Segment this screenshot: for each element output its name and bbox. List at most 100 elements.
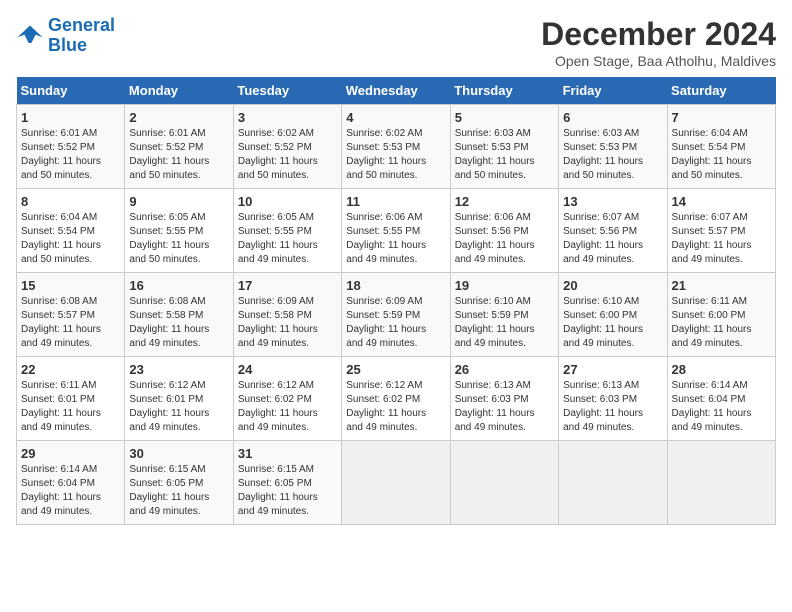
day-number: 3 <box>238 110 337 125</box>
header-monday: Monday <box>125 77 233 105</box>
logo: General Blue <box>16 16 115 56</box>
calendar-week-1: 1 Sunrise: 6:01 AMSunset: 5:52 PMDaylight… <box>17 105 776 189</box>
calendar-cell: 18 Sunrise: 6:09 AMSunset: 5:59 PMDayligh… <box>342 273 450 357</box>
calendar-cell: 23Sunrise: 6:12 AMSunset: 6:01 PMDayligh… <box>125 357 233 441</box>
day-info: Sunrise: 6:04 AMSunset: 5:54 PMDaylight:… <box>21 211 120 267</box>
day-number: 10 <box>238 194 337 209</box>
day-number: 30 <box>129 446 228 461</box>
calendar-cell: 30 Sunrise: 6:15 AMSunset: 6:05 PMDayligh… <box>125 441 233 525</box>
day-number: 20 <box>563 278 662 293</box>
day-info: Sunrise: 6:13 AMSunset: 6:03 PMDaylight:… <box>563 379 662 435</box>
day-info: Sunrise: 6:14 AMSunset: 6:04 PMDaylight:… <box>672 379 771 435</box>
calendar-cell: 6 Sunrise: 6:03 AMSunset: 5:53 PMDaylight… <box>559 105 667 189</box>
day-info: Sunrise: 6:11 AMSunset: 6:00 PMDaylight:… <box>672 295 771 351</box>
day-info: Sunrise: 6:13 AMSunset: 6:03 PMDaylight:… <box>455 379 554 435</box>
day-info: Sunrise: 6:03 AMSunset: 5:53 PMDaylight:… <box>563 127 662 183</box>
day-info: Sunrise: 6:07 AMSunset: 5:56 PMDaylight:… <box>563 211 662 267</box>
calendar-cell: 9 Sunrise: 6:05 AMSunset: 5:55 PMDaylight… <box>125 189 233 273</box>
logo-icon <box>16 22 44 50</box>
calendar-cell <box>342 441 450 525</box>
header-friday: Friday <box>559 77 667 105</box>
day-number: 22 <box>21 362 120 377</box>
calendar-cell: 16 Sunrise: 6:08 AMSunset: 5:58 PMDayligh… <box>125 273 233 357</box>
day-number: 8 <box>21 194 120 209</box>
calendar-cell: 5 Sunrise: 6:03 AMSunset: 5:53 PMDaylight… <box>450 105 558 189</box>
day-info: Sunrise: 6:07 AMSunset: 5:57 PMDaylight:… <box>672 211 771 267</box>
day-info: Sunrise: 6:10 AMSunset: 6:00 PMDaylight:… <box>563 295 662 351</box>
calendar-cell: 20 Sunrise: 6:10 AMSunset: 6:00 PMDayligh… <box>559 273 667 357</box>
logo-text: General Blue <box>48 16 115 56</box>
day-number: 27 <box>563 362 662 377</box>
day-info: Sunrise: 6:15 AMSunset: 6:05 PMDaylight:… <box>129 463 228 519</box>
day-info: Sunrise: 6:08 AMSunset: 5:58 PMDaylight:… <box>129 295 228 351</box>
header-sunday: Sunday <box>17 77 125 105</box>
day-info: Sunrise: 6:08 AMSunset: 5:57 PMDaylight:… <box>21 295 120 351</box>
day-number: 31 <box>238 446 337 461</box>
calendar-cell: 28Sunrise: 6:14 AMSunset: 6:04 PMDayligh… <box>667 357 775 441</box>
day-number: 25 <box>346 362 445 377</box>
calendar-cell: 10 Sunrise: 6:05 AMSunset: 5:55 PMDayligh… <box>233 189 341 273</box>
day-number: 17 <box>238 278 337 293</box>
day-info: Sunrise: 6:05 AMSunset: 5:55 PMDaylight:… <box>129 211 228 267</box>
day-number: 21 <box>672 278 771 293</box>
day-number: 24 <box>238 362 337 377</box>
calendar-cell: 4Sunrise: 6:02 AMSunset: 5:53 PMDaylight… <box>342 105 450 189</box>
day-number: 6 <box>563 110 662 125</box>
day-number: 19 <box>455 278 554 293</box>
day-number: 11 <box>346 194 445 209</box>
calendar-cell <box>667 441 775 525</box>
day-info: Sunrise: 6:11 AMSunset: 6:01 PMDaylight:… <box>21 379 120 435</box>
calendar-cell: 3 Sunrise: 6:02 AMSunset: 5:52 PMDaylight… <box>233 105 341 189</box>
subtitle: Open Stage, Baa Atholhu, Maldives <box>541 53 776 69</box>
header-row: SundayMondayTuesdayWednesdayThursdayFrid… <box>17 77 776 105</box>
calendar-week-5: 29Sunrise: 6:14 AMSunset: 6:04 PMDayligh… <box>17 441 776 525</box>
day-number: 2 <box>129 110 228 125</box>
calendar-cell: 27 Sunrise: 6:13 AMSunset: 6:03 PMDayligh… <box>559 357 667 441</box>
day-info: Sunrise: 6:06 AMSunset: 5:55 PMDaylight:… <box>346 211 445 267</box>
calendar-cell: 31 Sunrise: 6:15 AMSunset: 6:05 PMDayligh… <box>233 441 341 525</box>
day-info: Sunrise: 6:05 AMSunset: 5:55 PMDaylight:… <box>238 211 337 267</box>
day-info: Sunrise: 6:12 AMSunset: 6:02 PMDaylight:… <box>238 379 337 435</box>
day-info: Sunrise: 6:02 AMSunset: 5:52 PMDaylight:… <box>238 127 337 183</box>
calendar-cell: 2 Sunrise: 6:01 AMSunset: 5:52 PMDaylight… <box>125 105 233 189</box>
day-number: 9 <box>129 194 228 209</box>
day-info: Sunrise: 6:03 AMSunset: 5:53 PMDaylight:… <box>455 127 554 183</box>
calendar-cell: 7Sunrise: 6:04 AMSunset: 5:54 PMDaylight… <box>667 105 775 189</box>
main-title: December 2024 <box>541 16 776 53</box>
header-tuesday: Tuesday <box>233 77 341 105</box>
header-saturday: Saturday <box>667 77 775 105</box>
calendar-cell: 17Sunrise: 6:09 AMSunset: 5:58 PMDayligh… <box>233 273 341 357</box>
calendar-cell: 1 Sunrise: 6:01 AMSunset: 5:52 PMDaylight… <box>17 105 125 189</box>
day-number: 15 <box>21 278 120 293</box>
day-info: Sunrise: 6:06 AMSunset: 5:56 PMDaylight:… <box>455 211 554 267</box>
day-info: Sunrise: 6:01 AMSunset: 5:52 PMDaylight:… <box>21 127 120 183</box>
calendar-cell: 26 Sunrise: 6:13 AMSunset: 6:03 PMDayligh… <box>450 357 558 441</box>
day-number: 26 <box>455 362 554 377</box>
day-info: Sunrise: 6:15 AMSunset: 6:05 PMDaylight:… <box>238 463 337 519</box>
day-number: 12 <box>455 194 554 209</box>
calendar-cell: 14Sunrise: 6:07 AMSunset: 5:57 PMDayligh… <box>667 189 775 273</box>
day-number: 13 <box>563 194 662 209</box>
day-number: 5 <box>455 110 554 125</box>
day-info: Sunrise: 6:10 AMSunset: 5:59 PMDaylight:… <box>455 295 554 351</box>
calendar-week-3: 15 Sunrise: 6:08 AMSunset: 5:57 PMDayligh… <box>17 273 776 357</box>
calendar-cell <box>559 441 667 525</box>
calendar-cell: 8 Sunrise: 6:04 AMSunset: 5:54 PMDaylight… <box>17 189 125 273</box>
calendar-cell: 25Sunrise: 6:12 AMSunset: 6:02 PMDayligh… <box>342 357 450 441</box>
calendar-week-4: 22 Sunrise: 6:11 AMSunset: 6:01 PMDayligh… <box>17 357 776 441</box>
day-info: Sunrise: 6:09 AMSunset: 5:59 PMDaylight:… <box>346 295 445 351</box>
calendar-cell <box>450 441 558 525</box>
day-number: 29 <box>21 446 120 461</box>
calendar-cell: 21 Sunrise: 6:11 AMSunset: 6:00 PMDayligh… <box>667 273 775 357</box>
day-info: Sunrise: 6:01 AMSunset: 5:52 PMDaylight:… <box>129 127 228 183</box>
calendar-cell: 29Sunrise: 6:14 AMSunset: 6:04 PMDayligh… <box>17 441 125 525</box>
day-number: 16 <box>129 278 228 293</box>
day-number: 1 <box>21 110 120 125</box>
day-info: Sunrise: 6:04 AMSunset: 5:54 PMDaylight:… <box>672 127 771 183</box>
calendar-cell: 22 Sunrise: 6:11 AMSunset: 6:01 PMDayligh… <box>17 357 125 441</box>
header-wednesday: Wednesday <box>342 77 450 105</box>
day-number: 4 <box>346 110 445 125</box>
day-info: Sunrise: 6:12 AMSunset: 6:01 PMDaylight:… <box>129 379 228 435</box>
day-number: 18 <box>346 278 445 293</box>
calendar-cell: 12 Sunrise: 6:06 AMSunset: 5:56 PMDayligh… <box>450 189 558 273</box>
